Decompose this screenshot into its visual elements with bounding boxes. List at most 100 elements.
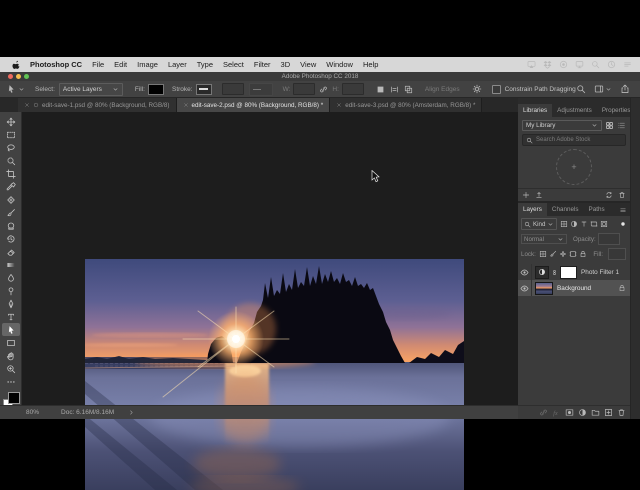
new-adjustment-layer-icon[interactable] — [578, 408, 587, 417]
stroke-swatch[interactable] — [195, 83, 212, 95]
eraser-tool[interactable] — [2, 245, 20, 258]
document-tab-3[interactable]: edit-save-3.psd @ 80% (Amsterdam, RGB/8)… — [330, 98, 483, 112]
apple-icon[interactable] — [12, 60, 21, 69]
new-layer-icon[interactable] — [604, 408, 613, 417]
menu-item-view[interactable]: View — [300, 60, 316, 69]
opacity-field[interactable] — [597, 233, 620, 245]
dropbox-icon[interactable] — [543, 60, 552, 69]
edit-toolbar-ellipsis[interactable] — [2, 375, 20, 388]
chevron-down-icon[interactable] — [605, 86, 612, 93]
layer-thumbnail[interactable] — [535, 281, 553, 295]
layer-filter-kind-dropdown[interactable]: Kind — [521, 218, 558, 230]
panel-tab-layers[interactable]: Layers — [518, 203, 547, 216]
pen-tool[interactable] — [2, 297, 20, 310]
close-icon[interactable] — [24, 102, 30, 108]
lock-pixels-icon[interactable] — [549, 250, 557, 258]
menu-item-file[interactable]: File — [92, 60, 104, 69]
layer-mask-thumbnail[interactable] — [560, 265, 577, 279]
layer-filter-toggle-icon[interactable] — [619, 220, 627, 228]
stroke-type-dropdown[interactable] — [248, 82, 273, 96]
select-mode-dropdown[interactable]: Active Layers — [58, 82, 123, 96]
rectangle-tool[interactable] — [2, 336, 20, 349]
panel-tab-libraries[interactable]: Libraries — [518, 104, 553, 117]
menu-item-image[interactable]: Image — [137, 60, 158, 69]
spotlight-icon[interactable] — [591, 60, 600, 69]
lock-transparency-icon[interactable] — [539, 250, 547, 258]
width-field[interactable] — [293, 83, 316, 95]
type-tool[interactable] — [2, 310, 20, 323]
zoom-tool[interactable] — [2, 362, 20, 375]
workspace-icon[interactable] — [594, 84, 604, 94]
pixel-layer-filter-icon[interactable] — [560, 220, 568, 228]
sync-library-icon[interactable] — [605, 191, 613, 199]
share-icon[interactable] — [620, 84, 630, 94]
height-field[interactable] — [341, 83, 364, 95]
quick-selection-tool[interactable] — [2, 154, 20, 167]
fill-field[interactable] — [608, 248, 626, 260]
link-layers-icon[interactable] — [539, 408, 548, 417]
foreground-color-swatch[interactable] — [8, 392, 20, 404]
canvas-area[interactable] — [22, 112, 518, 490]
fill-swatch[interactable] — [147, 83, 164, 95]
menu-item-filter[interactable]: Filter — [254, 60, 271, 69]
minimize-window-button[interactable] — [16, 74, 21, 79]
lock-artboard-icon[interactable] — [569, 250, 577, 258]
tool-preset-chevron-icon[interactable] — [18, 86, 25, 93]
dodge-tool[interactable] — [2, 284, 20, 297]
layer-effects-icon[interactable]: fx — [552, 408, 561, 417]
delete-layer-icon[interactable] — [617, 408, 626, 417]
marquee-tool[interactable] — [2, 128, 20, 141]
list-view-icon[interactable] — [617, 121, 626, 130]
airplay-icon[interactable] — [527, 60, 536, 69]
status-options-chevron-icon[interactable] — [128, 409, 135, 416]
eyedropper-tool[interactable] — [2, 180, 20, 193]
layer-group-icon[interactable] — [591, 408, 600, 417]
layer-mask-icon[interactable] — [565, 408, 574, 417]
path-arrangement-icon[interactable] — [404, 85, 413, 94]
zoom-window-button[interactable] — [24, 74, 29, 79]
document-tab-1[interactable]: edit-save-1.psd @ 80% (Background, RGB/8… — [18, 98, 177, 112]
new-library-item-icon[interactable] — [522, 191, 530, 199]
blur-tool[interactable] — [2, 271, 20, 284]
close-window-button[interactable] — [8, 74, 13, 79]
display-icon[interactable] — [575, 60, 584, 69]
gradient-tool[interactable] — [2, 258, 20, 271]
notification-list-icon[interactable] — [623, 60, 632, 69]
history-brush-tool[interactable] — [2, 232, 20, 245]
lock-position-icon[interactable] — [559, 250, 567, 258]
clone-stamp-tool[interactable] — [2, 219, 20, 232]
link-dimensions-icon[interactable] — [319, 85, 328, 94]
stroke-width-field[interactable] — [221, 83, 244, 95]
hand-tool[interactable] — [2, 349, 20, 362]
path-selection-tool[interactable] — [1, 323, 20, 336]
menu-item-edit[interactable]: Edit — [114, 60, 127, 69]
close-icon[interactable] — [336, 102, 342, 108]
smart-object-filter-icon[interactable] — [600, 220, 608, 228]
menu-item-type[interactable]: Type — [197, 60, 213, 69]
menu-item-layer[interactable]: Layer — [168, 60, 187, 69]
type-layer-filter-icon[interactable] — [580, 220, 588, 228]
gear-icon[interactable] — [472, 84, 482, 94]
move-tool[interactable] — [2, 115, 20, 128]
panel-tab-adjustments[interactable]: Adjustments — [552, 104, 597, 117]
library-search-input[interactable]: Search Adobe Stock — [522, 134, 626, 146]
constrain-path-checkbox[interactable] — [491, 84, 501, 94]
layer-row-photo-filter-1[interactable]: Photo Filter 1 — [518, 264, 630, 280]
search-icon[interactable] — [576, 84, 586, 94]
clock-icon[interactable] — [607, 60, 616, 69]
share-library-icon[interactable] — [535, 191, 543, 199]
canvas-photo[interactable] — [85, 259, 464, 490]
path-alignment-icon[interactable] — [390, 85, 399, 94]
grid-view-icon[interactable] — [605, 121, 614, 130]
menu-item-photoshop-cc[interactable]: Photoshop CC — [30, 60, 82, 69]
panel-menu-icon[interactable] — [619, 203, 630, 216]
library-dropdown[interactable]: My Library — [522, 120, 602, 131]
screen-record-icon[interactable] — [559, 60, 568, 69]
adjustment-layer-filter-icon[interactable] — [570, 220, 578, 228]
brush-tool[interactable] — [2, 206, 20, 219]
panel-tab-paths[interactable]: Paths — [584, 203, 610, 216]
adjustment-layer-thumbnail[interactable] — [535, 265, 549, 279]
menu-item-help[interactable]: Help — [363, 60, 378, 69]
menu-item-window[interactable]: Window — [326, 60, 353, 69]
current-tool-icon[interactable] — [6, 84, 16, 94]
